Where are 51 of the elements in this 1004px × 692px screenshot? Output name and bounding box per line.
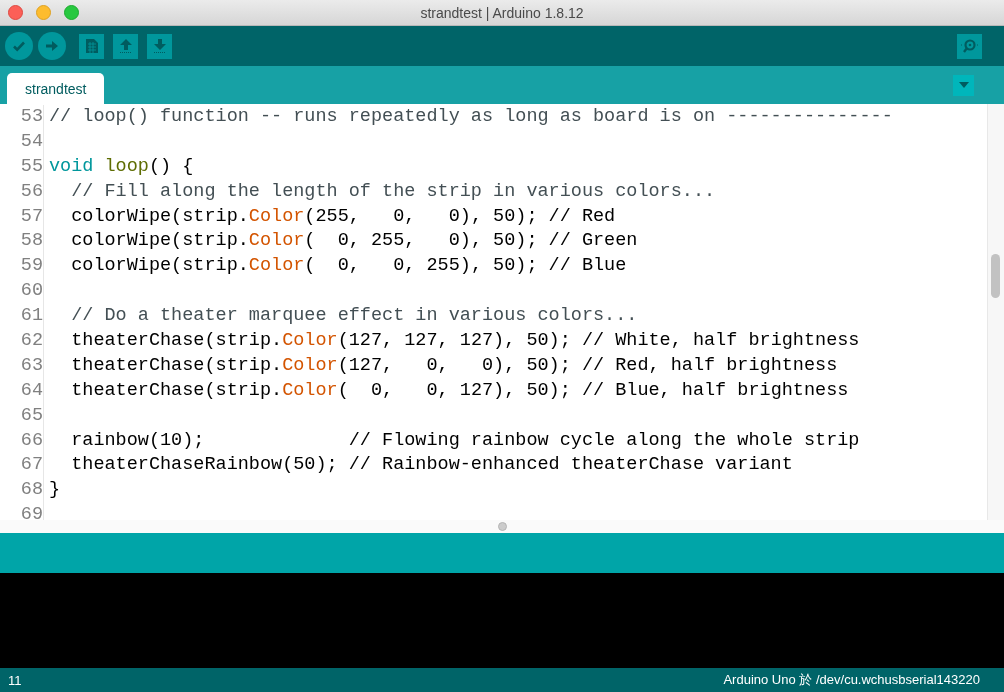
line-number: 60 bbox=[0, 279, 44, 305]
code-line: theaterChaseRainbow(50); // Rainbow-enhanced theaterChase variant bbox=[70, 453, 793, 478]
caret-icon bbox=[958, 82, 969, 88]
splitter-handle[interactable] bbox=[497, 522, 507, 531]
window-title: strandtest | Arduino 1.8.12 bbox=[420, 4, 584, 21]
line-number: 57 bbox=[0, 204, 44, 230]
line-number: 55 bbox=[0, 154, 44, 180]
code-line: theaterChase(strip.Color( 0, 0, 127), 50); // Blue, half brightness bbox=[70, 378, 849, 403]
code-line: colorWipe(strip.Color( 0, 0, 255), 50); // Blue bbox=[70, 254, 627, 279]
line-number: 66 bbox=[0, 428, 44, 454]
serial-monitor-button[interactable] bbox=[957, 33, 982, 59]
minimize-button[interactable] bbox=[36, 5, 51, 20]
save-button[interactable] bbox=[147, 33, 172, 59]
code-line: // Fill along the length of the strip in various colors... bbox=[70, 179, 716, 204]
code-line: void loop() { bbox=[48, 154, 194, 179]
upload-button[interactable] bbox=[38, 32, 66, 60]
line-number: 63 bbox=[0, 353, 44, 379]
line-number: 62 bbox=[0, 329, 44, 354]
open-button[interactable] bbox=[113, 33, 138, 59]
line-number: 59 bbox=[0, 254, 44, 280]
code-line: } bbox=[48, 478, 61, 503]
close-button[interactable] bbox=[8, 5, 23, 20]
line-number: 56 bbox=[0, 179, 44, 205]
verify-button[interactable] bbox=[5, 32, 33, 60]
code-line: rainbow(10); // Flowing rainbow cycle along the whole strip bbox=[70, 428, 860, 453]
line-number: 53 bbox=[0, 105, 44, 130]
down-arrow-icon bbox=[151, 38, 168, 54]
file-tab[interactable]: strandtest bbox=[7, 73, 105, 104]
new-file-button[interactable] bbox=[79, 33, 104, 59]
scrollbar[interactable] bbox=[987, 104, 1004, 520]
line-number: 54 bbox=[0, 129, 44, 155]
code-line: colorWipe(strip.Color( 0, 255, 0), 50); // Green bbox=[70, 229, 638, 254]
code-line: // Do a theater marquee effect in various colors... bbox=[70, 304, 638, 329]
document-icon bbox=[84, 38, 99, 54]
line-number: 68 bbox=[0, 478, 44, 504]
tab-menu-button[interactable] bbox=[953, 74, 974, 96]
line-number: 67 bbox=[0, 453, 44, 479]
line-indicator: 11 bbox=[8, 672, 22, 688]
line-number: 64 bbox=[0, 378, 44, 404]
code-line: theaterChase(strip.Color(127, 127, 127), 50); // White, half brightness bbox=[70, 329, 860, 353]
code-line: colorWipe(strip.Color(255, 0, 0), 50); // Red bbox=[70, 204, 616, 229]
magnifier-icon bbox=[959, 38, 980, 54]
line-number: 61 bbox=[0, 304, 44, 329]
line-number: 65 bbox=[0, 403, 44, 429]
right-arrow-icon bbox=[44, 38, 60, 54]
up-arrow-icon bbox=[117, 38, 134, 54]
code-line: // loop() function -- runs repeatedly as long as board is on --------------- bbox=[48, 105, 893, 129]
zoom-button[interactable] bbox=[64, 5, 79, 20]
code-line: theaterChase(strip.Color(127, 0, 0), 50); // Red, half brightness bbox=[70, 353, 838, 378]
line-number: 58 bbox=[0, 229, 44, 255]
board-port-label: Arduino Uno 於 /dev/cu.wchusbserial143220 bbox=[723, 671, 980, 689]
